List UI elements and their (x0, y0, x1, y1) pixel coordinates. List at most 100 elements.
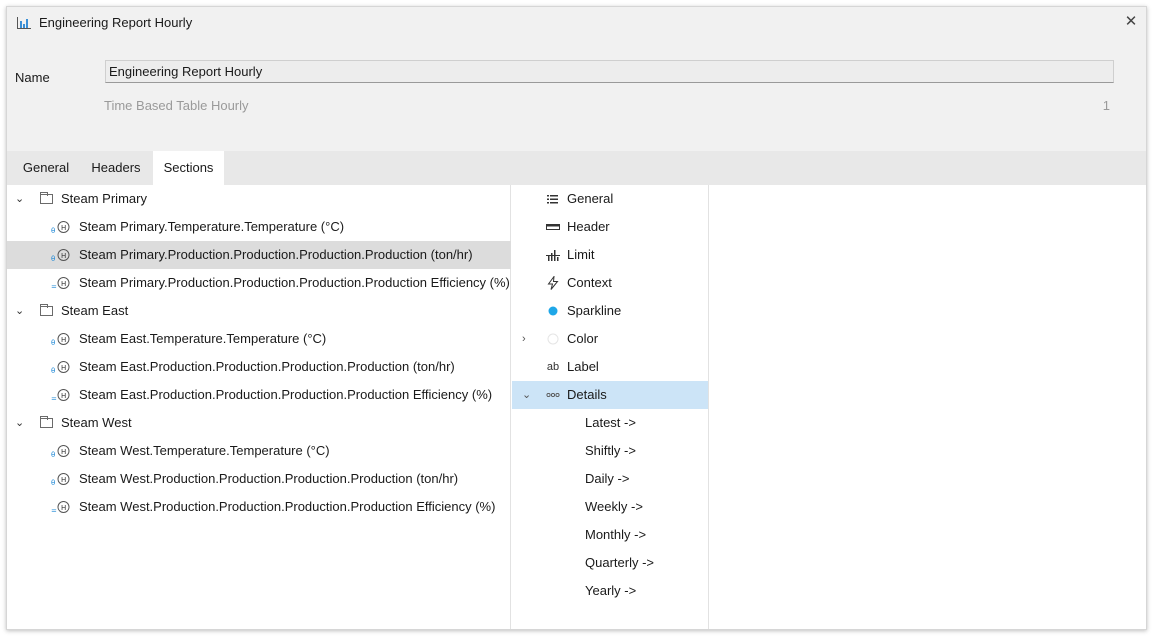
svg-text:H: H (61, 336, 66, 344)
tab-bar: General Headers Sections (7, 151, 1146, 185)
temperature-signal-icon: θH (51, 221, 70, 234)
signal-label: Steam Primary.Production.Production.Prod… (79, 247, 473, 262)
svg-text:=: = (51, 507, 57, 514)
menu-label: Context (567, 275, 612, 290)
tree-group-steam-primary[interactable]: ⌄ Steam Primary (7, 185, 511, 213)
svg-text:θ: θ (51, 367, 55, 374)
name-input[interactable] (105, 60, 1114, 83)
svg-text:=: = (51, 283, 57, 290)
details-label: Monthly -> (585, 527, 647, 542)
signal-label: Steam West.Production.Production.Product… (79, 471, 459, 486)
efficiency-signal-icon: = H (51, 389, 70, 402)
dot-icon (548, 306, 558, 316)
menu-item-general[interactable]: General (512, 185, 708, 213)
menu-item-label[interactable]: ab Label (512, 353, 708, 381)
folder-icon (40, 192, 53, 204)
tree-item[interactable]: θH Steam East.Production.Production.Prod… (7, 353, 511, 381)
svg-text:H: H (61, 224, 66, 232)
tree-group-steam-west[interactable]: ⌄ Steam West (7, 409, 511, 437)
close-icon[interactable]: ✕ (1122, 13, 1140, 31)
tab-sections[interactable]: Sections (153, 151, 224, 185)
color-circle-icon (547, 333, 559, 345)
details-item-latest[interactable]: Latest -> (512, 409, 708, 437)
tree-item[interactable]: = H Steam East.Production.Production.Prod… (7, 381, 511, 409)
details-item-monthly[interactable]: Monthly -> (512, 521, 708, 549)
details-item-yearly[interactable]: Yearly -> (512, 577, 708, 605)
svg-text:θ: θ (51, 479, 55, 486)
report-type-subtitle: Time Based Table Hourly (104, 98, 249, 113)
tree-item[interactable]: θH Steam Primary.Temperature.Temperature… (7, 213, 511, 241)
svg-text:H: H (61, 476, 66, 484)
temperature-signal-icon: θH (51, 333, 70, 346)
chevron-down-icon[interactable]: ⌄ (15, 409, 27, 437)
detail-pane (710, 185, 1146, 629)
menu-item-sparkline[interactable]: Sparkline (512, 297, 708, 325)
details-item-daily[interactable]: Daily -> (512, 465, 708, 493)
menu-item-color[interactable]: › Color (512, 325, 708, 353)
report-count: 1 (1102, 98, 1110, 113)
signal-label: Steam East.Production.Production.Product… (79, 359, 455, 374)
menu-item-limit[interactable]: Limit (512, 241, 708, 269)
tree-group-steam-east[interactable]: ⌄ Steam East (7, 297, 511, 325)
title-bar: Engineering Report Hourly ✕ (7, 7, 1146, 38)
name-label: Name (15, 70, 50, 85)
efficiency-signal-icon: = H (51, 501, 70, 514)
tree-item[interactable]: = H Steam West.Production.Production.Prod… (7, 493, 511, 521)
details-label: Latest -> (585, 415, 636, 430)
svg-text:θ: θ (51, 451, 55, 458)
chevron-right-icon[interactable]: › (522, 325, 526, 353)
menu-label: Sparkline (567, 303, 622, 318)
production-signal-icon: θH (51, 249, 70, 262)
signal-label: Steam Primary.Temperature.Temperature (°… (79, 219, 345, 234)
chart-app-icon (17, 17, 31, 29)
details-label: Quarterly -> (585, 555, 654, 570)
sections-tree: ⌄ Steam Primary θH Steam Primary.Tempera… (7, 185, 511, 629)
tree-item[interactable]: θH Steam West.Production.Production.Prod… (7, 465, 511, 493)
svg-text:θ: θ (51, 255, 55, 262)
tab-general[interactable]: General (13, 151, 79, 185)
production-signal-icon: θH (51, 473, 70, 486)
svg-text:H: H (61, 392, 66, 400)
tree-item-selected[interactable]: θH Steam Primary.Production.Production.P… (7, 241, 511, 269)
svg-text:H: H (61, 448, 66, 456)
menu-label: General (567, 191, 614, 206)
svg-text:θ: θ (51, 227, 55, 234)
group-label: Steam West (61, 415, 132, 430)
details-item-shiftly[interactable]: Shiftly -> (512, 437, 708, 465)
list-icon (547, 195, 558, 204)
section-options-menu: General Header Limit Context Sparkline ›… (512, 185, 709, 629)
tree-item[interactable]: θH Steam West.Temperature.Temperature (°… (7, 437, 511, 465)
group-label: Steam East (61, 303, 129, 318)
svg-text:H: H (61, 252, 66, 260)
ellipsis-icon (546, 392, 560, 398)
signal-label: Steam West.Production.Production.Product… (79, 499, 496, 514)
details-label: Weekly -> (585, 499, 643, 514)
menu-item-details[interactable]: ⌄ Details (512, 381, 708, 409)
details-item-quarterly[interactable]: Quarterly -> (512, 549, 708, 577)
signal-label: Steam Primary.Production.Production.Prod… (79, 275, 510, 290)
tree-item[interactable]: = H Steam Primary.Production.Production.P… (7, 269, 511, 297)
svg-text:H: H (61, 364, 66, 372)
window-title: Engineering Report Hourly (39, 15, 193, 30)
signal-label: Steam East.Production.Production.Product… (79, 387, 493, 402)
svg-text:θ: θ (51, 339, 55, 346)
details-item-weekly[interactable]: Weekly -> (512, 493, 708, 521)
menu-item-header[interactable]: Header (512, 213, 708, 241)
report-dialog: Engineering Report Hourly ✕ Name Time Ba… (6, 6, 1147, 630)
chevron-down-icon[interactable]: ⌄ (522, 381, 531, 409)
name-section: Name Time Based Table Hourly 1 (7, 38, 1146, 156)
details-label: Daily -> (585, 471, 630, 486)
efficiency-signal-icon: = H (51, 277, 70, 290)
tree-item[interactable]: θH Steam East.Temperature.Temperature (°… (7, 325, 511, 353)
chevron-down-icon[interactable]: ⌄ (15, 297, 27, 325)
label-ab-icon: ab (546, 361, 560, 373)
menu-item-context[interactable]: Context (512, 269, 708, 297)
chevron-down-icon[interactable]: ⌄ (15, 185, 27, 213)
lightning-icon (547, 276, 559, 290)
menu-label: Label (567, 359, 599, 374)
temperature-signal-icon: θH (51, 445, 70, 458)
svg-text:H: H (61, 280, 66, 288)
tab-headers[interactable]: Headers (81, 151, 151, 185)
menu-label: Limit (567, 247, 595, 262)
limit-icon (546, 250, 560, 261)
